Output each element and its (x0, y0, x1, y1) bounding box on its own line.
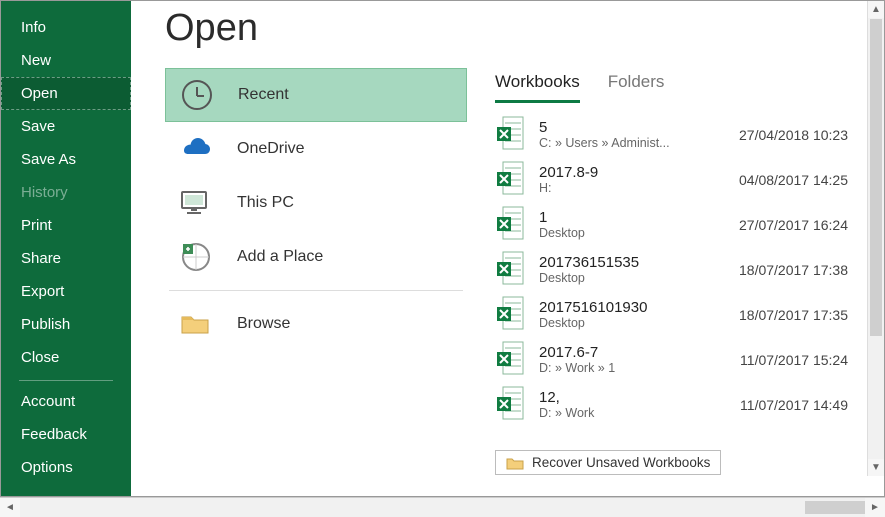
file-name: 201736151535 (539, 254, 727, 271)
page-title: Open (165, 7, 884, 50)
places-divider (169, 290, 463, 291)
excel-file-icon (495, 385, 527, 424)
places-list: Recent OneDrive This PC (165, 68, 467, 475)
file-row[interactable]: 5 C: » Users » Administ... 27/04/2018 10… (495, 112, 852, 157)
recover-unsaved-label: Recover Unsaved Workbooks (532, 455, 710, 470)
sidebar-item-print[interactable]: Print (1, 209, 131, 242)
file-name: 2017.8-9 (539, 164, 727, 181)
file-name: 12, (539, 389, 728, 406)
files-panel: Workbooks Folders 5 C: » Users » Adminis… (495, 68, 884, 475)
clock-icon (180, 80, 214, 110)
scroll-track[interactable] (20, 498, 865, 517)
cloud-icon (179, 138, 213, 160)
file-path: Desktop (539, 226, 727, 240)
file-name: 2017516101930 (539, 299, 727, 316)
sidebar-divider (19, 380, 113, 381)
scroll-thumb[interactable] (870, 19, 882, 336)
add-place-icon (179, 242, 213, 272)
tab-workbooks[interactable]: Workbooks (495, 68, 580, 103)
file-tabs: Workbooks Folders (495, 68, 852, 104)
excel-file-icon (495, 340, 527, 379)
file-row[interactable]: 2017.8-9 H: 04/08/2017 14:25 (495, 157, 852, 202)
file-row[interactable]: 201736151535 Desktop 18/07/2017 17:38 (495, 247, 852, 292)
folder-icon (506, 456, 524, 470)
file-row[interactable]: 1 Desktop 27/07/2017 16:24 (495, 202, 852, 247)
sidebar-item-feedback[interactable]: Feedback (1, 418, 131, 451)
file-path: H: (539, 181, 727, 195)
excel-file-icon (495, 250, 527, 289)
sidebar-item-export[interactable]: Export (1, 275, 131, 308)
place-label: Add a Place (237, 248, 323, 266)
scroll-down-icon[interactable]: ▼ (868, 459, 884, 476)
place-label: Browse (237, 315, 290, 333)
sidebar-item-share[interactable]: Share (1, 242, 131, 275)
sidebar-item-options[interactable]: Options (1, 451, 131, 484)
file-name: 5 (539, 119, 727, 136)
panel-vertical-scrollbar[interactable]: ▲ ▼ (867, 1, 884, 476)
file-row[interactable]: 12, D: » Work 11/07/2017 14:49 (495, 382, 852, 427)
sidebar-item-account[interactable]: Account (1, 385, 131, 418)
scroll-right-icon[interactable]: ► (865, 498, 885, 517)
sidebar-item-info[interactable]: Info (1, 11, 131, 44)
tab-folders[interactable]: Folders (608, 68, 665, 103)
file-path: Desktop (539, 316, 727, 330)
sidebar-item-save-as[interactable]: Save As (1, 143, 131, 176)
file-date: 27/04/2018 10:23 (739, 127, 852, 143)
backstage-sidebar: Info New Open Save Save As History Print… (1, 1, 131, 496)
excel-file-icon (495, 115, 527, 154)
place-recent[interactable]: Recent (165, 68, 467, 122)
place-label: This PC (237, 194, 294, 212)
file-date: 18/07/2017 17:38 (739, 262, 852, 278)
place-label: OneDrive (237, 140, 305, 158)
place-this-pc[interactable]: This PC (165, 176, 467, 230)
scroll-left-icon[interactable]: ◄ (0, 498, 20, 517)
sidebar-item-history: History (1, 176, 131, 209)
recover-unsaved-button[interactable]: Recover Unsaved Workbooks (495, 450, 721, 475)
file-path: C: » Users » Administ... (539, 136, 727, 150)
file-name: 1 (539, 209, 727, 226)
excel-file-icon (495, 160, 527, 199)
file-path: D: » Work » 1 (539, 361, 728, 375)
excel-file-icon (495, 205, 527, 244)
horizontal-scrollbar[interactable]: ◄ ► (0, 497, 885, 517)
sidebar-item-close[interactable]: Close (1, 341, 131, 374)
main-panel: Open Recent OneDrive Thi (131, 1, 884, 496)
file-date: 04/08/2017 14:25 (739, 172, 852, 188)
file-name: 2017.6-7 (539, 344, 728, 361)
place-browse[interactable]: Browse (165, 297, 467, 351)
place-label: Recent (238, 86, 289, 104)
file-path: Desktop (539, 271, 727, 285)
recent-file-list: 5 C: » Users » Administ... 27/04/2018 10… (495, 112, 852, 440)
sidebar-item-new[interactable]: New (1, 44, 131, 77)
folder-icon (179, 311, 213, 337)
file-row[interactable]: 2017.6-7 D: » Work » 1 11/07/2017 15:24 (495, 337, 852, 382)
file-date: 27/07/2017 16:24 (739, 217, 852, 233)
file-row[interactable]: 2017516101930 Desktop 18/07/2017 17:35 (495, 292, 852, 337)
scroll-thumb[interactable] (805, 501, 865, 514)
file-date: 18/07/2017 17:35 (739, 307, 852, 323)
sidebar-item-open[interactable]: Open (1, 77, 131, 110)
sidebar-item-publish[interactable]: Publish (1, 308, 131, 341)
excel-file-icon (495, 295, 527, 334)
file-date: 11/07/2017 15:24 (740, 352, 852, 368)
sidebar-item-save[interactable]: Save (1, 110, 131, 143)
file-date: 11/07/2017 14:49 (740, 397, 852, 413)
scroll-up-icon[interactable]: ▲ (868, 1, 884, 18)
file-path: D: » Work (539, 406, 728, 420)
place-add-a-place[interactable]: Add a Place (165, 230, 467, 284)
place-onedrive[interactable]: OneDrive (165, 122, 467, 176)
pc-icon (179, 190, 213, 216)
